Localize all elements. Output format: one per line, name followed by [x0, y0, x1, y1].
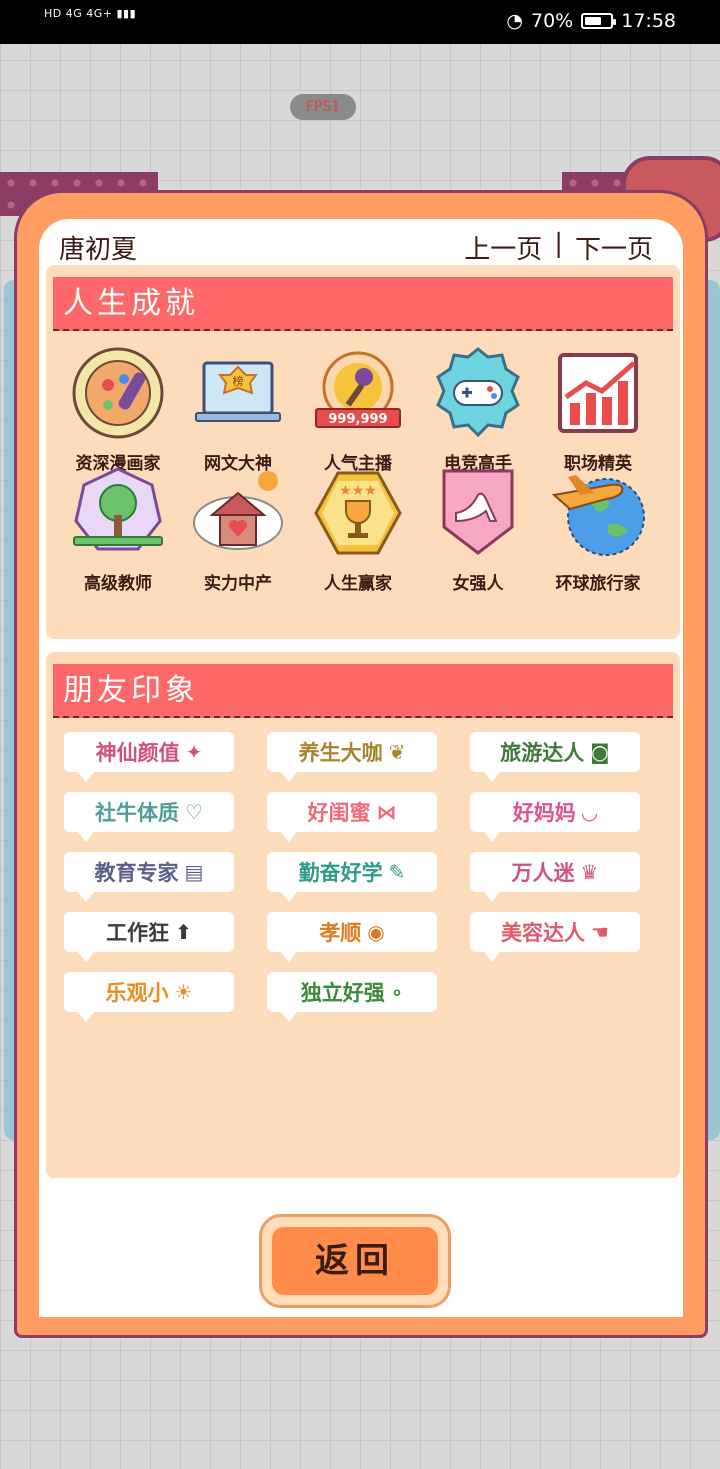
tree-book-icon	[73, 467, 163, 551]
egg-icon: ◉	[367, 920, 385, 944]
hand-icon: ☚	[591, 920, 609, 944]
friend-impressions-title: 朋友印象	[53, 664, 673, 718]
pager: 上一页 | 下一页	[464, 229, 653, 266]
achievement-badge[interactable]: 职场精英	[538, 345, 658, 474]
dots-icon: ∘	[390, 980, 404, 1004]
achievement-label: 高级教师	[84, 574, 152, 594]
rising-chart-icon	[558, 353, 638, 433]
status-bar: HD 4G 4G+ ▮▮▮ ◔ 70% 17:58	[0, 0, 720, 44]
impression-tag[interactable]: 社牛体质 ♡	[64, 792, 234, 842]
achievement-badge[interactable]: 999,999 人气主播	[298, 345, 418, 474]
impression-tag-label: 美容达人	[501, 921, 586, 945]
bow-icon: ⋈	[376, 800, 397, 824]
impression-tag-label: 孝顺	[319, 921, 362, 945]
achievement-label: 实力中产	[204, 574, 272, 594]
impression-tag-label: 万人迷	[511, 861, 575, 885]
leaf-icon: ❦	[388, 740, 406, 764]
pager-separator: |	[554, 229, 563, 259]
sun-icon: ☀	[174, 980, 193, 1004]
back-button-label: 返回	[272, 1227, 438, 1295]
plane-globe-icon	[551, 475, 645, 556]
impression-tag-label: 工作狂	[106, 921, 170, 945]
back-button[interactable]: 返回	[259, 1214, 451, 1308]
achievement-badge[interactable]: 实力中产	[178, 465, 298, 594]
impression-tag-label: 勤奋好学	[298, 861, 383, 885]
high-heel-icon	[442, 469, 514, 555]
profile-panel: 唐初夏 上一页 | 下一页 人生成就 资深漫画家 榜 网文大神 999,999 …	[14, 190, 708, 1338]
impression-tag-label: 好妈妈	[512, 801, 576, 825]
impression-tag-label: 养生大咖	[298, 741, 383, 765]
impression-tag[interactable]: 乐观小 ☀	[64, 972, 234, 1022]
impression-tag[interactable]: 神仙颜值 ✦	[64, 732, 234, 782]
speed-icon: ◔	[506, 10, 523, 32]
profile-panel-content: 唐初夏 上一页 | 下一页 人生成就 资深漫画家 榜 网文大神 999,999 …	[39, 219, 683, 1317]
badge-count: 999,999	[328, 412, 387, 427]
achievement-badge[interactable]: 环球旅行家	[538, 465, 658, 594]
impression-tag[interactable]: 好妈妈 ◡	[470, 792, 640, 842]
achievement-label: 环球旅行家	[555, 574, 641, 594]
battery-icon	[581, 13, 617, 29]
impression-tag-label: 神仙颜值	[95, 741, 180, 765]
gamepad-icon	[436, 347, 520, 438]
impression-tag[interactable]: 万人迷 ♛	[470, 852, 640, 902]
svg-text:★★★: ★★★	[339, 483, 377, 499]
impression-tag[interactable]: 美容达人 ☚	[470, 912, 640, 962]
speech-heart-icon: ♡	[185, 800, 203, 824]
player-name: 唐初夏	[59, 235, 138, 265]
prev-page-button[interactable]: 上一页	[464, 229, 542, 266]
friend-impressions-section: 朋友印象 神仙颜值 ✦ 养生大咖 ❦ 旅游达人 ◙ 社牛体质 ♡ 好闺蜜 ⋈ 好妈妈 ◡ 教育专家 ▤ 勤奋…	[46, 652, 680, 1178]
camera-icon: ◙	[590, 740, 610, 764]
achievement-badge[interactable]: 榜 网文大神	[178, 345, 298, 474]
book-icon: ▤	[184, 860, 204, 884]
impression-tag-label: 教育专家	[94, 861, 179, 885]
impression-tag-label: 旅游达人	[500, 741, 585, 765]
achievements-title: 人生成就	[53, 277, 673, 331]
impression-tag[interactable]: 孝顺 ◉	[267, 912, 437, 962]
network-text: HD 4G 4G+	[44, 7, 113, 20]
battery-percent: 70%	[531, 10, 574, 32]
fps-counter: FPS1	[290, 94, 356, 120]
house-heart-icon	[193, 471, 283, 550]
impression-tag[interactable]: 旅游达人 ◙	[470, 732, 640, 782]
signal-indicators: HD 4G 4G+ ▮▮▮	[44, 6, 136, 21]
achievement-badge[interactable]: 资深漫画家	[58, 345, 178, 474]
impression-tag[interactable]: 好闺蜜 ⋈	[267, 792, 437, 842]
microphone-icon: 999,999	[315, 351, 401, 428]
impression-tag[interactable]: 独立好强 ∘	[267, 972, 437, 1022]
pencil-icon: ✎	[388, 860, 406, 884]
impression-tag-label: 独立好强	[300, 981, 385, 1005]
signal-icon: ▮▮▮	[116, 7, 137, 20]
impression-tag-label: 乐观小	[105, 981, 169, 1005]
smile-icon: ◡	[581, 800, 598, 824]
impression-tag-label: 社牛体质	[95, 801, 180, 825]
achievement-badge[interactable]: 女强人	[418, 465, 538, 594]
battery-fill	[585, 17, 601, 25]
impression-tag[interactable]: 勤奋好学 ✎	[267, 852, 437, 902]
laptop-ranking-icon: 榜	[195, 361, 281, 422]
palette-icon	[72, 347, 164, 439]
impression-tag[interactable]: 工作狂 ⬆	[64, 912, 234, 962]
achievement-label: 女强人	[452, 574, 504, 594]
impression-tag-label: 好闺蜜	[307, 801, 371, 825]
arrow-up-icon: ⬆	[175, 920, 192, 944]
impression-tag[interactable]: 养生大咖 ❦	[267, 732, 437, 782]
crown-icon: ♛	[580, 860, 599, 884]
next-page-button[interactable]: 下一页	[575, 229, 653, 266]
achievement-badge[interactable]: 高级教师	[58, 465, 178, 594]
achievement-badge[interactable]: 电竞高手	[418, 345, 538, 474]
trophy-icon: ★★★	[314, 471, 402, 555]
sparkle-icon: ✦	[185, 740, 203, 764]
achievements-section: 人生成就 资深漫画家 榜 网文大神 999,999 人气主播 电竞高手 职场精英…	[46, 265, 680, 639]
clock: 17:58	[621, 10, 676, 32]
status-right: ◔ 70% 17:58	[506, 10, 676, 32]
svg-text:榜: 榜	[233, 374, 244, 388]
achievement-badge[interactable]: ★★★ 人生赢家	[298, 465, 418, 594]
impression-tag[interactable]: 教育专家 ▤	[64, 852, 234, 902]
achievement-label: 人生赢家	[324, 574, 392, 594]
